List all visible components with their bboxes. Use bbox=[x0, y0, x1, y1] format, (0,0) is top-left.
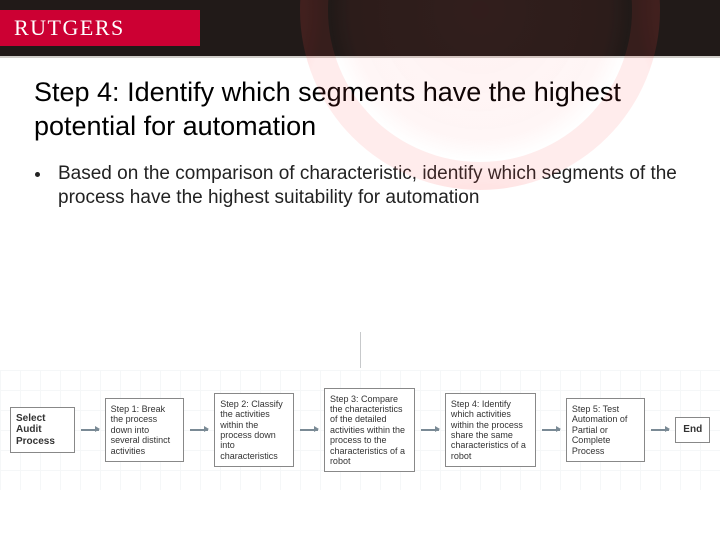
flow-step-box: Step 3: Compare the characteristics of t… bbox=[324, 388, 415, 472]
flow-step-box: Step 1: Break the process down into seve… bbox=[105, 398, 185, 462]
flow-row: Select Audit Process Step 1: Break the p… bbox=[6, 370, 714, 490]
logo-text: RUTGERS bbox=[14, 15, 125, 41]
slide-title: Step 4: Identify which segments have the… bbox=[34, 76, 686, 144]
arrow-icon bbox=[651, 429, 669, 430]
arrow-icon bbox=[300, 429, 318, 430]
bullet-list: Based on the comparison of characteristi… bbox=[52, 162, 686, 211]
slide-content: Step 4: Identify which segments have the… bbox=[0, 58, 720, 211]
flow-start-box: Select Audit Process bbox=[10, 407, 75, 454]
logo-bar: RUTGERS bbox=[0, 10, 200, 46]
flow-end-box: End bbox=[675, 417, 710, 443]
flow-step-box: Step 4: Identify which activities within… bbox=[445, 393, 536, 467]
flow-step-box: Step 2: Classify the activities within t… bbox=[214, 393, 294, 467]
flow-step-box: Step 5: Test Automation of Partial or Co… bbox=[566, 398, 646, 462]
arrow-icon bbox=[190, 429, 208, 430]
process-flow-diagram: Select Audit Process Step 1: Break the p… bbox=[0, 370, 720, 490]
bullet-item: Based on the comparison of characteristi… bbox=[52, 162, 686, 211]
pointer-indicator bbox=[360, 332, 361, 368]
header-band: RUTGERS bbox=[0, 0, 720, 56]
arrow-icon bbox=[542, 429, 560, 430]
arrow-icon bbox=[81, 429, 99, 430]
arrow-icon bbox=[421, 429, 439, 430]
